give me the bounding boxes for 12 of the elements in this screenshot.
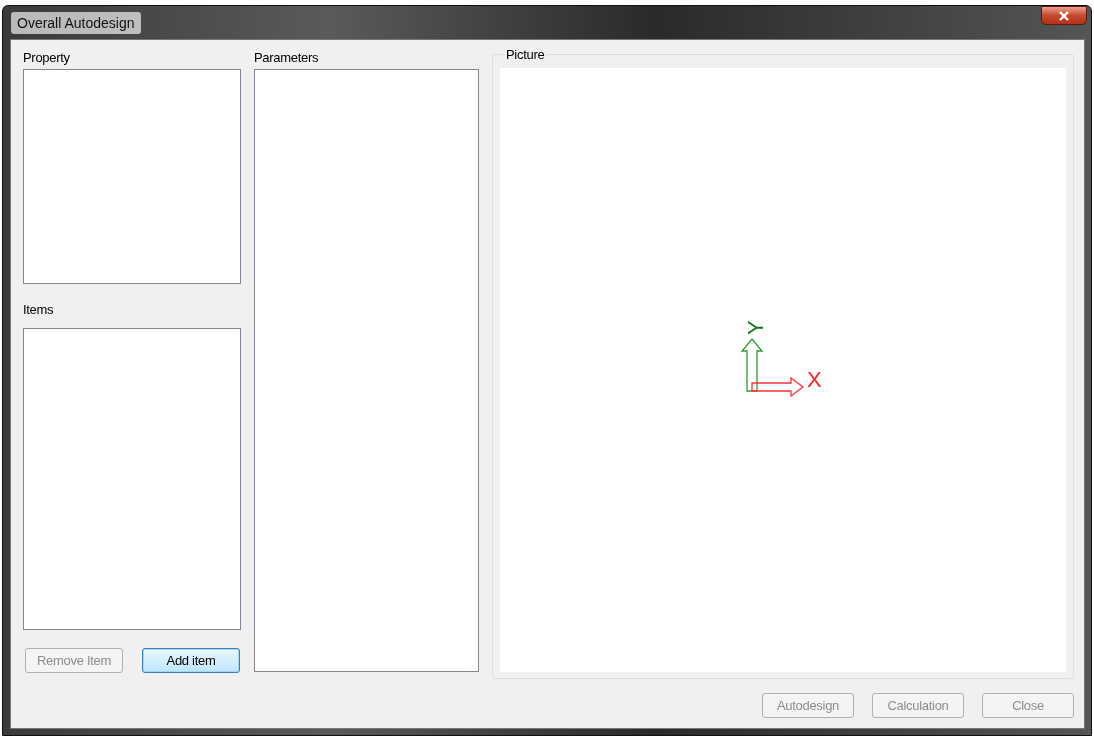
axis-drawing: Y X xyxy=(740,321,822,398)
property-list[interactable] xyxy=(23,69,241,284)
section-label: Parameters xyxy=(254,50,320,66)
group-label: Picture xyxy=(505,47,546,62)
items-list[interactable] xyxy=(23,328,241,630)
close-button[interactable] xyxy=(1041,6,1087,25)
dialog-button[interactable]: Add item xyxy=(142,648,240,673)
section-label: Items xyxy=(23,302,55,318)
parameters-list[interactable] xyxy=(254,69,479,672)
window-title: Overall Autodesign xyxy=(11,11,141,34)
close-icon xyxy=(1058,10,1070,21)
section-label: Property xyxy=(23,50,71,66)
